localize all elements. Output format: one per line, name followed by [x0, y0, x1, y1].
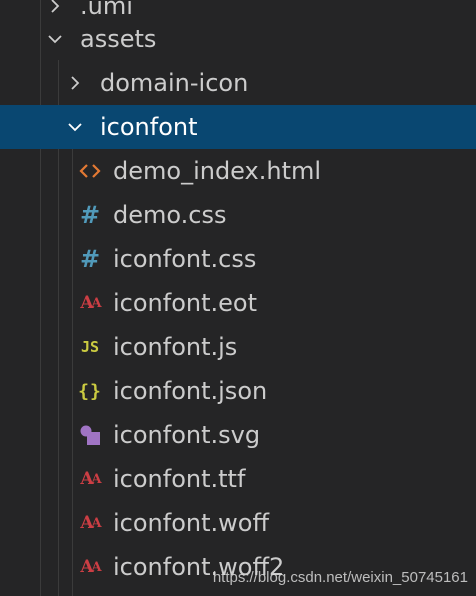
js-file-icon: JS [80, 338, 100, 356]
json-file-icon: {} [78, 380, 102, 402]
tree-row-iconfont-json[interactable]: {} iconfont.json [0, 369, 476, 413]
tree-row-iconfont-js[interactable]: JS iconfont.js [0, 325, 476, 369]
tree-row-label: iconfont [100, 113, 198, 141]
tree-row-label: assets [80, 25, 157, 53]
chevron-down-icon [66, 118, 84, 136]
tree-row-iconfont-ttf[interactable]: AA iconfont.ttf [0, 457, 476, 501]
chevron-right-icon [66, 74, 84, 92]
watermark-text: https://blog.csdn.net/weixin_50745161 [212, 569, 468, 586]
chevron-down-icon [46, 30, 64, 48]
tree-row-label: iconfont.eot [113, 289, 257, 317]
tree-row-label: iconfont.js [113, 333, 238, 361]
tree-row-label: domain-icon [100, 69, 249, 97]
svg-file-icon [77, 422, 103, 448]
tree-row-demo-css[interactable]: # demo.css [0, 193, 476, 237]
font-file-icon: AA [80, 557, 101, 577]
tree-row-label: demo_index.html [113, 157, 322, 185]
tree-row-label: demo.css [113, 201, 227, 229]
tree-row-label: iconfont.json [113, 377, 268, 405]
tree-row-iconfont-eot[interactable]: AA iconfont.eot [0, 281, 476, 325]
tree-row-iconfont-css[interactable]: # iconfont.css [0, 237, 476, 281]
file-explorer-tree: .umi assets domain-icon iconfont demo_in… [0, 0, 476, 596]
tree-row-demo-index-html[interactable]: demo_index.html [0, 149, 476, 193]
font-file-icon: AA [80, 469, 101, 489]
tree-row-iconfont-woff[interactable]: AA iconfont.woff [0, 501, 476, 545]
css-file-icon: # [79, 245, 101, 273]
font-file-icon: AA [80, 293, 101, 313]
chevron-right-icon [46, 0, 64, 15]
css-file-icon: # [79, 201, 101, 229]
html-file-icon [77, 158, 103, 184]
tree-row-label: iconfont.ttf [113, 465, 246, 493]
tree-row-assets[interactable]: assets [0, 17, 476, 61]
tree-row-label: iconfont.woff [113, 509, 269, 537]
tree-row-iconfont-svg[interactable]: iconfont.svg [0, 413, 476, 457]
font-file-icon: AA [80, 513, 101, 533]
tree-row-label: iconfont.css [113, 245, 257, 273]
tree-row-label: iconfont.svg [113, 421, 261, 449]
tree-row-domain-icon[interactable]: domain-icon [0, 61, 476, 105]
tree-row-iconfont[interactable]: iconfont [0, 105, 476, 149]
